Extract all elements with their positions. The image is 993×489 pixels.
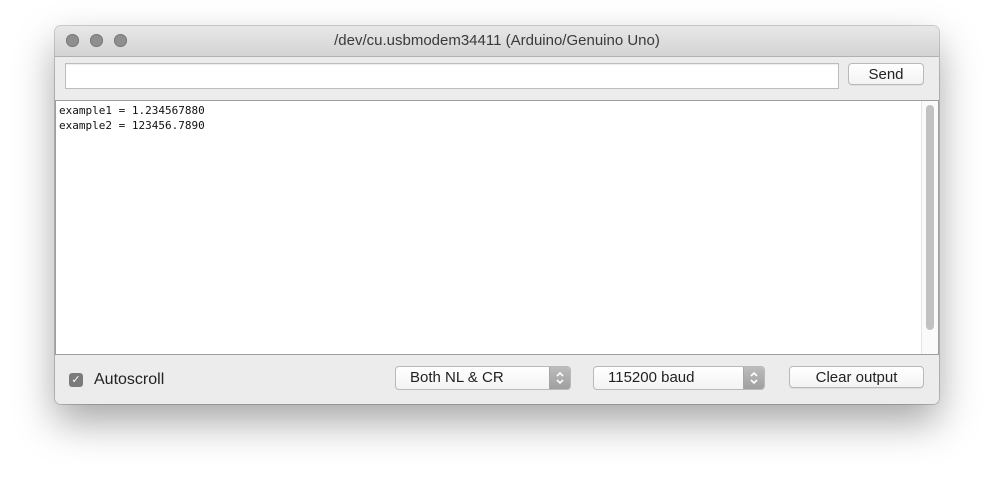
clear-output-button[interactable]: Clear output <box>789 366 924 388</box>
window-title: /dev/cu.usbmodem34411 (Arduino/Genuino U… <box>334 32 660 49</box>
baud-rate-value: 115200 baud <box>608 369 695 386</box>
scrollbar-thumb[interactable] <box>926 105 934 330</box>
line-ending-value: Both NL & CR <box>410 369 504 386</box>
send-button[interactable]: Send <box>848 63 924 85</box>
line-ending-select[interactable]: Both NL & CR <box>395 366 571 390</box>
baud-rate-select[interactable]: 115200 baud <box>593 366 765 390</box>
updown-chevron-icon <box>549 367 570 389</box>
serial-output-text: example1 = 1.234567880 example2 = 123456… <box>59 103 205 133</box>
output-line: example1 = 1.234567880 <box>59 104 205 117</box>
updown-chevron-icon <box>743 367 764 389</box>
autoscroll-checkbox[interactable]: ✓ <box>69 373 83 387</box>
title-bar[interactable]: /dev/cu.usbmodem34411 (Arduino/Genuino U… <box>55 26 939 57</box>
serial-monitor-window: /dev/cu.usbmodem34411 (Arduino/Genuino U… <box>55 26 939 404</box>
output-line: example2 = 123456.7890 <box>59 119 205 132</box>
status-bar: ✓ Autoscroll Both NL & CR 115200 baud Cl… <box>55 355 939 404</box>
serial-input[interactable] <box>65 63 839 89</box>
send-bar: Send <box>55 57 939 99</box>
vertical-scrollbar[interactable] <box>921 101 938 354</box>
autoscroll-label[interactable]: Autoscroll <box>94 371 164 389</box>
checkmark-icon: ✓ <box>71 374 81 386</box>
serial-output-area[interactable]: example1 = 1.234567880 example2 = 123456… <box>55 100 939 355</box>
